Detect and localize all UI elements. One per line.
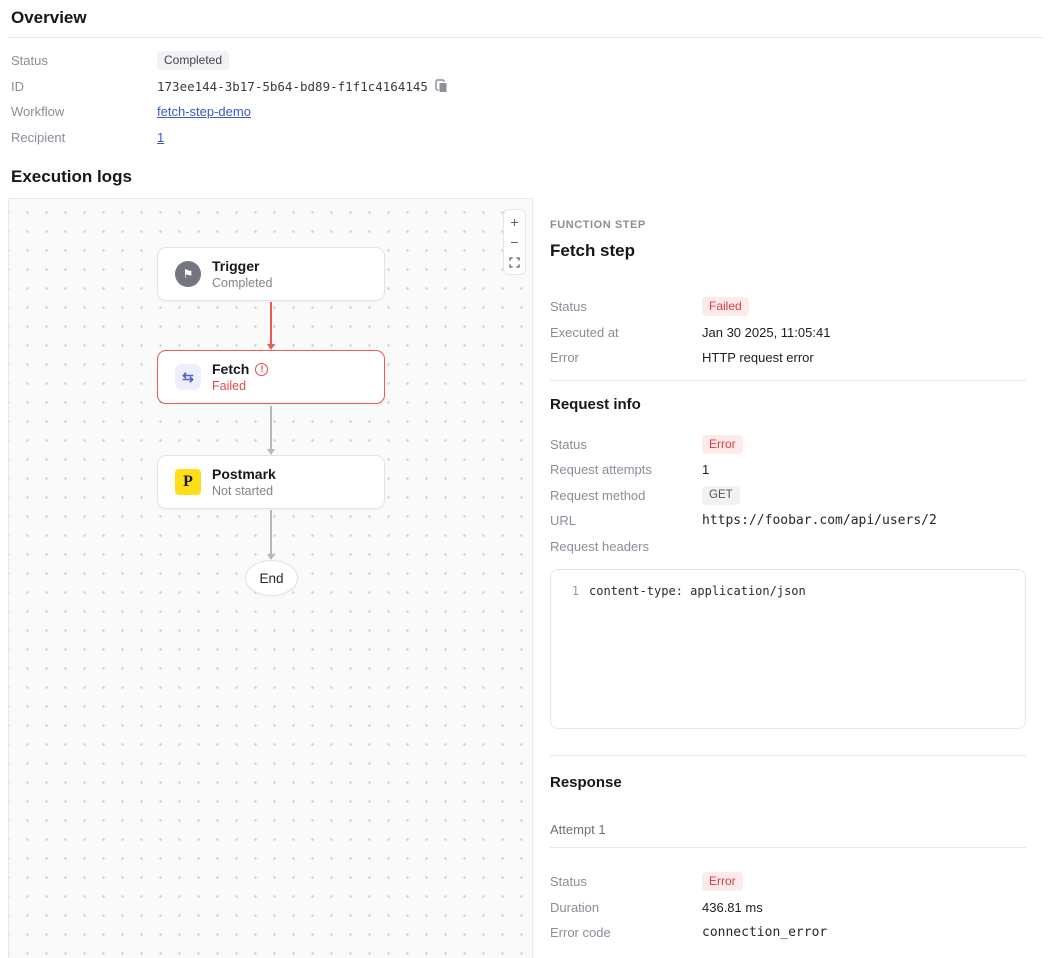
overview-row-workflow: Workflow fetch-step-demo xyxy=(8,99,1044,125)
overview-row-status: Status Completed xyxy=(8,48,1044,74)
node-postmark[interactable]: P Postmark Not started xyxy=(157,455,385,509)
workflow-canvas[interactable]: ⚑ Trigger Completed ⇆ Fetch ! Failed xyxy=(8,198,533,958)
divider xyxy=(550,380,1026,381)
copy-icon[interactable] xyxy=(435,79,448,93)
node-title: Postmark xyxy=(212,466,276,483)
workflow-label: Workflow xyxy=(11,104,157,119)
zoom-out-button[interactable]: − xyxy=(505,232,524,252)
line-number: 1 xyxy=(551,583,589,599)
recipient-link[interactable]: 1 xyxy=(157,130,164,145)
fit-view-icon xyxy=(509,257,520,268)
status-badge: Completed xyxy=(157,51,229,70)
overview-row-id: ID 173ee144-3b17-5b64-bd89-f1f1c4164145 xyxy=(8,74,1044,100)
attempt-label: Attempt 1 xyxy=(550,822,1026,837)
step-title: Fetch step xyxy=(550,241,1026,261)
response-title: Response xyxy=(550,774,1026,791)
step-status-badge: Failed xyxy=(702,297,749,316)
error-value: HTTP request error xyxy=(702,350,814,365)
execution-logs-body: ⚑ Trigger Completed ⇆ Fetch ! Failed xyxy=(8,198,1044,958)
page-title: Overview xyxy=(8,8,1044,28)
id-value: 173ee144-3b17-5b64-bd89-f1f1c4164145 xyxy=(157,79,428,94)
fit-view-button[interactable] xyxy=(505,252,524,272)
step-type-label: FUNCTION STEP xyxy=(550,219,1026,231)
error-code-value: connection_error xyxy=(702,925,827,940)
request-row-url: URL https://foobar.com/api/users/2 xyxy=(550,508,1026,534)
edge-postmark-end xyxy=(270,510,272,559)
flag-icon: ⚑ xyxy=(175,261,201,287)
node-title: Trigger xyxy=(212,258,272,275)
response-status-badge: Error xyxy=(702,872,743,891)
request-info-title: Request info xyxy=(550,396,1026,413)
request-row-method: Request method GET xyxy=(550,483,1026,509)
divider xyxy=(550,755,1026,756)
response-row-duration: Duration 436.81 ms xyxy=(550,895,1026,921)
node-end[interactable]: End xyxy=(245,560,298,596)
request-url-value: https://foobar.com/api/users/2 xyxy=(702,513,937,528)
zoom-in-button[interactable]: + xyxy=(505,212,524,232)
overview-rows: Status Completed ID 173ee144-3b17-5b64-b… xyxy=(8,48,1044,150)
node-status: Failed xyxy=(212,378,268,394)
request-headers-code-editor: 1 content-type: application/json xyxy=(550,569,1026,729)
recipient-label: Recipient xyxy=(11,130,157,145)
node-title: Fetch xyxy=(212,361,249,378)
divider xyxy=(550,847,1026,848)
response-row-error-code: Error code connection_error xyxy=(550,920,1026,946)
step-detail-panel: FUNCTION STEP Fetch step Status Failed E… xyxy=(533,198,1044,958)
step-row-status: Status Failed xyxy=(550,294,1026,320)
edge-trigger-fetch xyxy=(270,302,272,349)
node-fetch[interactable]: ⇆ Fetch ! Failed xyxy=(157,350,385,404)
executed-at-value: Jan 30 2025, 11:05:41 xyxy=(702,325,830,340)
request-row-headers: Request headers xyxy=(550,534,1026,560)
code-line: 1 content-type: application/json xyxy=(551,583,1025,599)
edge-fetch-postmark xyxy=(270,406,272,454)
status-label: Status xyxy=(11,53,157,68)
request-method-badge: GET xyxy=(702,486,740,505)
node-status: Not started xyxy=(212,483,276,499)
code-text: content-type: application/json xyxy=(589,583,806,599)
error-icon: ! xyxy=(255,363,268,376)
overview-row-recipient: Recipient 1 xyxy=(8,125,1044,151)
divider xyxy=(8,37,1044,38)
duration-value: 436.81 ms xyxy=(702,900,763,915)
request-status-badge: Error xyxy=(702,435,743,454)
workflow-link[interactable]: fetch-step-demo xyxy=(157,104,251,119)
id-label: ID xyxy=(11,79,157,94)
request-row-status: Status Error xyxy=(550,432,1026,458)
step-row-error: Error HTTP request error xyxy=(550,345,1026,371)
execution-detail-page: Overview Status Completed ID 173ee144-3b… xyxy=(0,0,1052,958)
execution-logs-title: Execution logs xyxy=(8,167,1044,187)
postmark-icon: P xyxy=(175,469,201,495)
request-attempts-value: 1 xyxy=(702,462,709,477)
swap-icon: ⇆ xyxy=(175,364,201,390)
canvas-controls: + − xyxy=(503,209,526,275)
request-row-attempts: Request attempts 1 xyxy=(550,457,1026,483)
response-row-status: Status Error xyxy=(550,869,1026,895)
node-trigger[interactable]: ⚑ Trigger Completed xyxy=(157,247,385,301)
node-status: Completed xyxy=(212,275,272,291)
step-row-executed: Executed at Jan 30 2025, 11:05:41 xyxy=(550,320,1026,346)
